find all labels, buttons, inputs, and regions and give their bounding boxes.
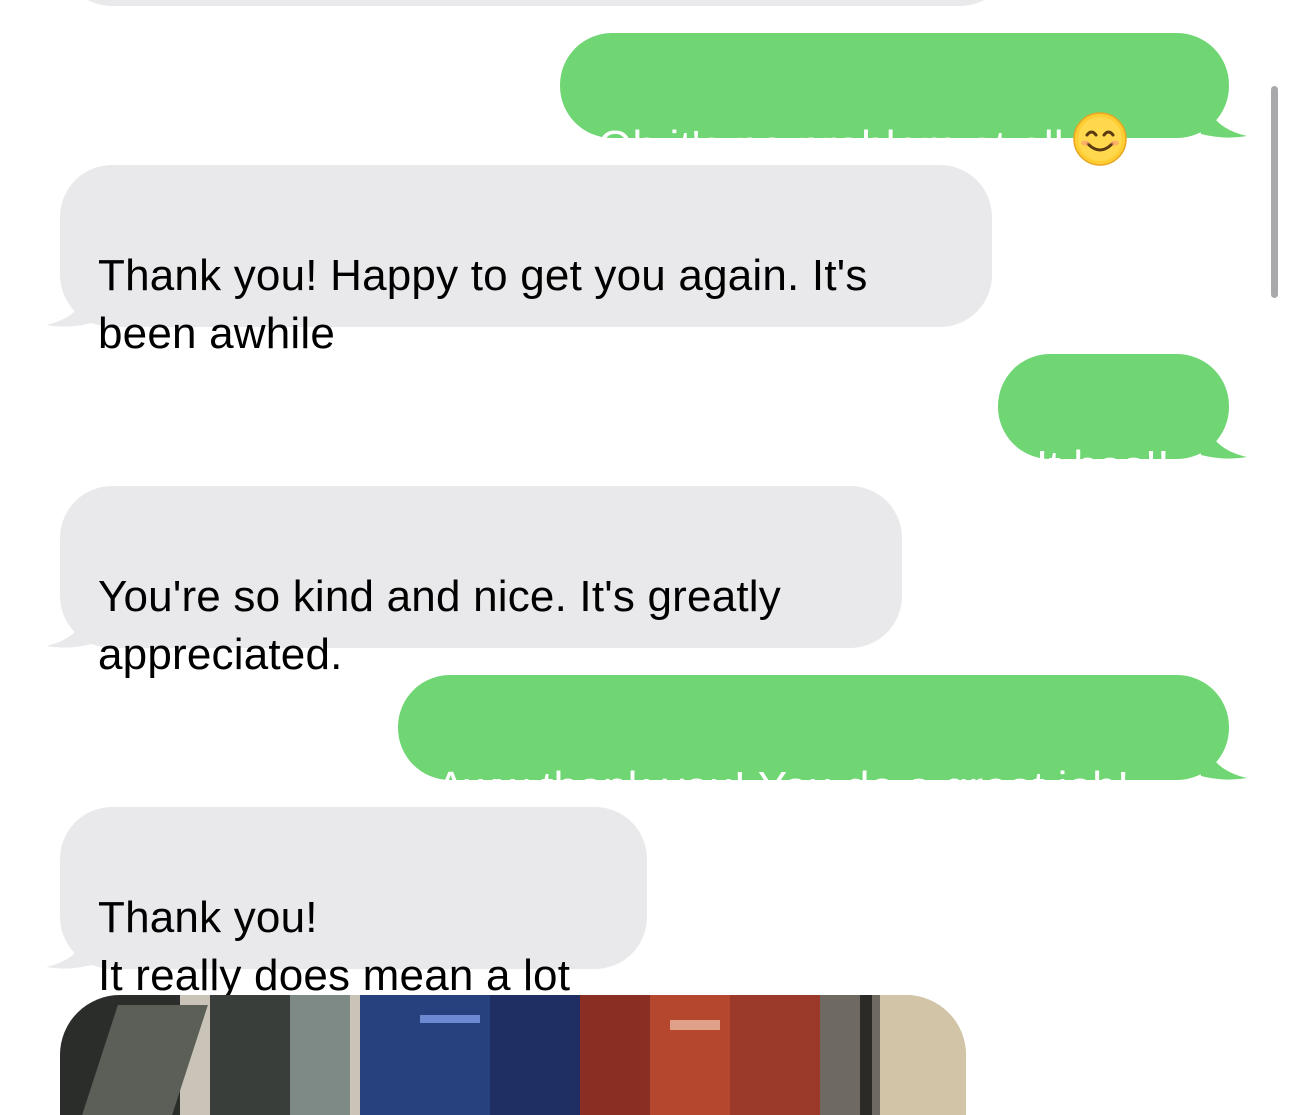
message-text: It has!!	[1036, 442, 1170, 491]
message-bubble-incoming[interactable]: Thank you! It really does mean a lot	[60, 807, 647, 1000]
bubble-tail-outgoing	[1195, 98, 1247, 138]
message-text: You're so kind and nice. It's greatly ap…	[98, 572, 781, 679]
smiling-face-icon	[1072, 111, 1128, 182]
message-bubble-incoming[interactable]: Thank you! Happy to get you again. It's …	[60, 165, 992, 358]
bubble-tail-outgoing	[1195, 740, 1247, 780]
message-bubble-cutoff[interactable]	[60, 0, 1012, 6]
bubble-tail-outgoing	[1195, 419, 1247, 459]
message-text: Aww thank you! You do a great job!	[436, 763, 1130, 812]
message-text: Thank you! Happy to get you again. It's …	[98, 251, 868, 358]
message-thread: Oh it's no problem at all Thank you! Hap…	[0, 0, 1290, 1115]
message-text: Thank you! It really does mean a lot	[98, 893, 571, 1000]
scroll-indicator[interactable]	[1271, 86, 1278, 298]
bubble-tail-incoming	[46, 287, 98, 327]
message-bubble-incoming[interactable]: You're so kind and nice. It's greatly ap…	[60, 486, 902, 679]
message-text: Oh it's no problem at all	[598, 122, 1064, 172]
bubble-tail-incoming	[46, 929, 98, 969]
message-bubble-outgoing[interactable]: Aww thank you! You do a great job!	[398, 675, 1229, 812]
message-bubble-outgoing[interactable]: Oh it's no problem at all	[560, 33, 1229, 171]
bubble-tail-incoming	[46, 608, 98, 648]
photo-attachment[interactable]	[60, 995, 966, 1115]
